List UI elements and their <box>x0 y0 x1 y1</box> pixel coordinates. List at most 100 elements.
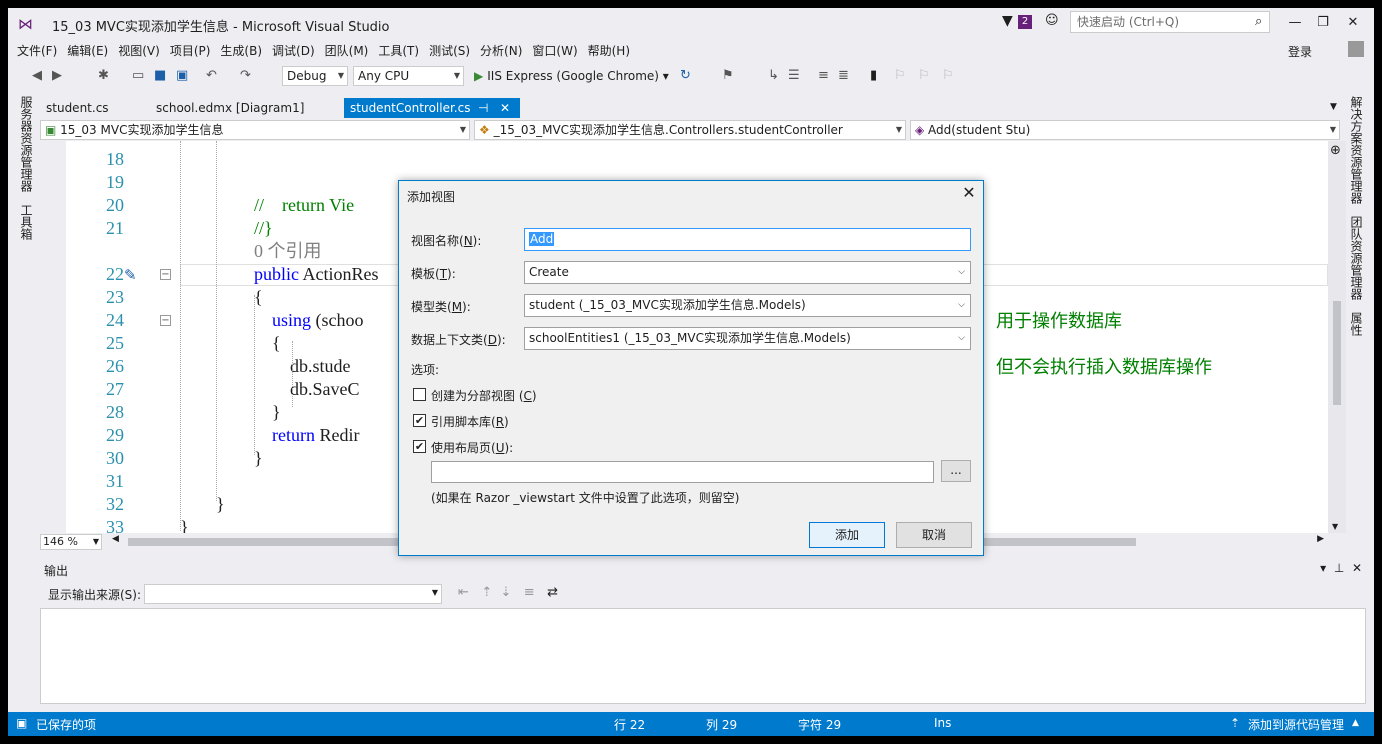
tab-student-controller[interactable]: studentController.cs ⊣ ✕ <box>344 98 520 118</box>
tab-overflow-icon[interactable]: ▼ <box>1330 102 1337 112</box>
solution-platform-select[interactable]: Any CPU ▼ <box>353 66 464 86</box>
bookmark-list-icon[interactable]: ☰ <box>788 67 800 85</box>
new-project-icon[interactable]: ✱ <box>98 67 109 85</box>
menu-edit[interactable]: 编辑(E) <box>62 41 113 61</box>
toolbox-tab[interactable]: 工具箱 <box>18 204 35 240</box>
code-token: public <box>254 264 303 284</box>
data-context-select[interactable]: schoolEntities1 (_15_03_MVC实现添加学生信息.Mode… <box>524 327 971 350</box>
output-source-select[interactable]: ▼ <box>144 584 442 604</box>
step-icon[interactable]: ↳ <box>768 67 779 85</box>
class-select[interactable]: ❖ _15_03_MVC实现添加学生信息.Controllers.student… <box>474 120 906 140</box>
add-button[interactable]: 添加 <box>809 522 885 548</box>
view-name-input[interactable]: Add <box>524 228 971 251</box>
open-file-icon[interactable]: ▭ <box>132 67 144 85</box>
tab-school-edmx[interactable]: school.edmx [Diagram1] <box>150 98 310 118</box>
close-dialog-icon[interactable]: ✕ <box>959 183 979 202</box>
quick-action-brush-icon[interactable]: ✎ <box>124 266 137 284</box>
solution-configuration-select[interactable]: Debug ▼ <box>282 66 348 86</box>
chevron-up-icon[interactable]: ▲ <box>1352 718 1359 728</box>
close-window-button[interactable]: ✕ <box>1340 12 1366 34</box>
reference-scripts-label: 引用脚本库(R) <box>431 415 509 429</box>
template-select[interactable]: Create ⌵ <box>524 261 971 284</box>
output-title: 输出 <box>44 564 69 578</box>
prev-bookmark-icon[interactable]: ⚐ <box>894 67 906 85</box>
model-class-select[interactable]: student (_15_03_MVC实现添加学生信息.Models) ⌵ <box>524 294 971 317</box>
team-explorer-tab[interactable]: 团队资源管理器 <box>1348 216 1365 300</box>
notifications-button[interactable]: ▼ 2 <box>1002 13 1032 31</box>
browse-button[interactable]: ... <box>941 460 971 482</box>
next-bookmark-icon[interactable]: ⚐ <box>918 67 930 85</box>
menu-debug[interactable]: 调试(D) <box>267 41 320 61</box>
menu-test[interactable]: 测试(S) <box>424 41 475 61</box>
quick-launch-input[interactable]: 快速启动 (Ctrl+Q) <box>1070 11 1270 33</box>
minimize-button[interactable]: — <box>1282 12 1308 34</box>
line-number: 33 <box>106 517 124 533</box>
add-to-source-control-button[interactable]: 添加到源代码管理 <box>1248 716 1344 733</box>
collapse-using-icon[interactable]: − <box>160 315 171 326</box>
redo-icon[interactable]: ↷ <box>240 67 251 85</box>
next-message-icon[interactable]: ⇣ <box>500 585 511 600</box>
tab-student-cs[interactable]: student.cs <box>40 98 115 118</box>
cancel-button[interactable]: 取消 <box>896 522 972 548</box>
menu-team[interactable]: 团队(M) <box>320 41 374 61</box>
uncomment-icon[interactable]: ≣ <box>838 67 849 85</box>
browser-link-icon[interactable]: ⚑ <box>722 67 734 85</box>
zoom-level-select[interactable]: 146 % ▼ <box>40 534 102 550</box>
solution-explorer-tab[interactable]: 解决方案资源管理器 <box>1348 96 1365 204</box>
properties-tab[interactable]: 属性 <box>1348 312 1365 336</box>
use-layout-checkbox[interactable]: ✔ <box>413 440 426 453</box>
menu-view[interactable]: 视图(V) <box>113 41 165 61</box>
output-toolbar: ⇤ ⇡ ⇣ ≡ ⇄ <box>458 585 558 600</box>
scroll-left-icon[interactable]: ◀ <box>112 534 119 544</box>
start-debugging-button[interactable]: ▶ IIS Express (Google Chrome) ▾ <box>474 67 669 85</box>
menu-build[interactable]: 生成(B) <box>215 41 267 61</box>
sign-in-link[interactable]: 登录 <box>1288 43 1312 60</box>
save-icon[interactable]: ■ <box>154 67 166 85</box>
window-menu-icon[interactable]: ▾ <box>1320 561 1326 575</box>
restore-button[interactable]: ❐ <box>1310 12 1336 34</box>
status-line: 行 22 <box>614 718 646 732</box>
menu-window[interactable]: 窗口(W) <box>527 41 582 61</box>
project-select[interactable]: ▣ 15_03 MVC实现添加学生信息 ▼ <box>40 120 470 140</box>
reference-scripts-checkbox[interactable]: ✔ <box>413 414 426 427</box>
indent-guide <box>180 141 181 531</box>
feedback-icon[interactable]: ☺ <box>1045 13 1059 28</box>
undo-icon[interactable]: ↶ <box>206 67 217 85</box>
line-number: 23 <box>106 287 124 307</box>
scroll-right-icon[interactable]: ▶ <box>1317 534 1324 544</box>
clear-all-icon[interactable]: ≡ <box>524 585 535 600</box>
server-explorer-tab[interactable]: 服务器资源管理器 <box>18 96 35 192</box>
close-tab-icon[interactable]: ✕ <box>500 100 510 116</box>
comment-icon[interactable]: ≡ <box>818 67 829 85</box>
refresh-icon[interactable]: ↻ <box>680 67 691 85</box>
back-icon[interactable]: ◀ <box>32 67 42 85</box>
line-number: 29 <box>106 425 124 445</box>
bookmark-icon[interactable]: ▮ <box>870 67 877 85</box>
close-icon[interactable]: ✕ <box>1352 561 1362 575</box>
save-all-icon[interactable]: ▣ <box>176 67 188 85</box>
find-message-icon[interactable]: ⇤ <box>458 585 469 600</box>
collapse-method-icon[interactable]: − <box>160 269 171 280</box>
pin-icon[interactable]: ⊥ <box>1334 561 1344 575</box>
scrollbar-thumb[interactable] <box>1333 301 1341 405</box>
menu-file[interactable]: 文件(F) <box>12 41 62 61</box>
scroll-down-icon[interactable]: ▼ <box>1332 522 1338 531</box>
split-window-icon[interactable]: ⊕ <box>1330 143 1341 158</box>
notification-count-badge: 2 <box>1018 15 1032 29</box>
output-text-area[interactable] <box>40 608 1366 704</box>
menu-analyze[interactable]: 分析(N) <box>475 41 527 61</box>
clear-bookmarks-icon[interactable]: ⚐ <box>942 67 954 85</box>
member-select[interactable]: ◈ Add(student Stu) ▼ <box>910 120 1340 140</box>
avatar[interactable] <box>1348 41 1364 57</box>
pin-icon[interactable]: ⊣ <box>478 100 488 116</box>
partial-view-checkbox[interactable] <box>413 388 426 401</box>
forward-icon[interactable]: ▶ <box>52 67 62 85</box>
word-wrap-icon[interactable]: ⇄ <box>547 585 558 600</box>
menu-project[interactable]: 项目(P) <box>165 41 216 61</box>
layout-path-input[interactable] <box>431 461 934 483</box>
menu-tools[interactable]: 工具(T) <box>373 41 424 61</box>
line-number: 25 <box>106 333 124 353</box>
editor-vertical-scrollbar[interactable]: ▼ <box>1328 141 1346 533</box>
menu-help[interactable]: 帮助(H) <box>583 41 635 61</box>
prev-message-icon[interactable]: ⇡ <box>481 585 492 600</box>
